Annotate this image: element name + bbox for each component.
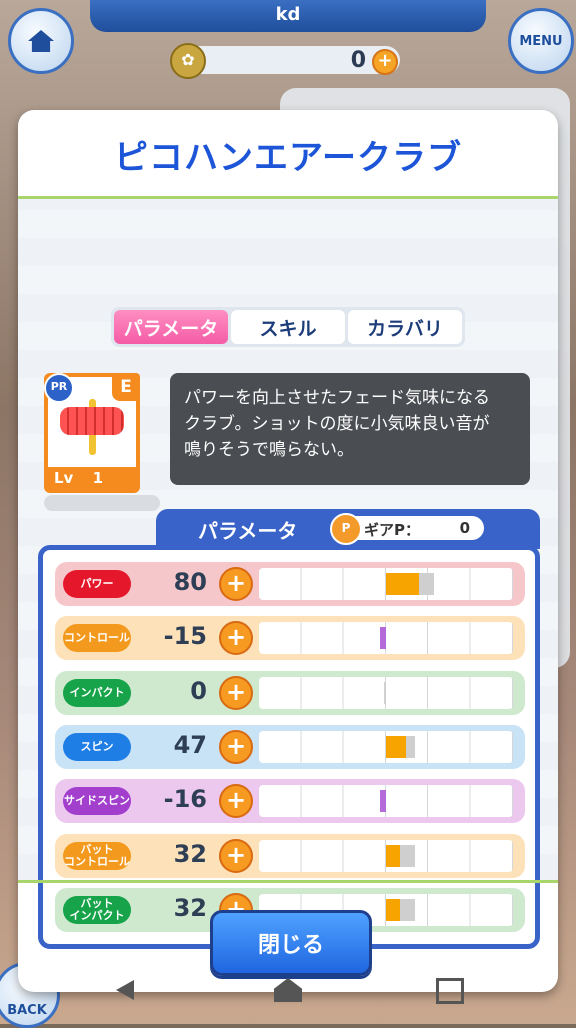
add-coins-button[interactable]: + xyxy=(372,49,398,75)
param-row: パワー 80 + xyxy=(55,562,525,606)
param-bar-fill xyxy=(379,790,386,813)
level-value: 1 xyxy=(92,469,104,487)
item-detail-dialog: ピコハンエアークラブ パラメータ スキル カラバリ PR E Lv 1 パワーを… xyxy=(18,110,558,992)
param-value: -16 xyxy=(163,785,207,814)
parameters-title: パラメータ xyxy=(198,519,298,543)
param-bar-fill xyxy=(386,735,407,758)
param-label: コントロール xyxy=(63,624,131,653)
coin-counter: ✿ 0 + xyxy=(170,43,400,79)
parameters-list: パワー 80 + コントロール -15 + インパクト 0 + スピン 47 + サイドスピン -16 + バ… xyxy=(38,545,540,949)
param-bar-fill xyxy=(386,573,420,595)
gear-points-value: 0 xyxy=(459,519,470,537)
increase-param-button[interactable]: + xyxy=(219,729,253,764)
param-value: 0 xyxy=(190,676,207,705)
rank-badge: E xyxy=(112,373,140,401)
parameters-header: パラメータ P ギアP： 0 xyxy=(156,509,540,549)
increase-param-button[interactable]: + xyxy=(219,567,253,601)
increase-param-button[interactable]: + xyxy=(219,784,253,819)
parameters-panel: パラメータ P ギアP： 0 パワー 80 + コントロール -15 + インパクト 0 + スピ… xyxy=(38,509,540,949)
dialog-body: パラメータ スキル カラバリ PR E Lv 1 パワーを向上させたフェード気味… xyxy=(18,199,558,949)
increase-param-button[interactable]: + xyxy=(219,621,253,656)
toy-hammer-club-icon xyxy=(60,399,124,455)
item-description: パワーを向上させたフェード気味になる クラブ。ショットの度に小気味良い音が 鳴り… xyxy=(170,373,530,485)
hammer-head xyxy=(60,407,124,435)
param-row: スピン 47 + xyxy=(55,724,525,769)
param-value: 32 xyxy=(173,893,207,922)
home-icon xyxy=(28,30,54,52)
param-bar-fill xyxy=(386,898,400,921)
menu-label: MENU xyxy=(519,33,563,49)
param-value: 47 xyxy=(173,730,207,759)
tab-parameters[interactable]: パラメータ xyxy=(114,310,228,344)
home-button[interactable] xyxy=(8,8,74,74)
param-bar xyxy=(259,568,513,600)
tab-bar: パラメータ スキル カラバリ xyxy=(111,307,465,347)
param-label: スピン xyxy=(63,732,131,761)
param-bar xyxy=(259,785,513,818)
divider xyxy=(18,880,558,883)
param-bar-fill xyxy=(379,627,386,650)
param-label: バット インパクト xyxy=(63,895,131,924)
param-value: 32 xyxy=(173,839,207,868)
gear-points: P ギアP： 0 xyxy=(330,513,484,545)
close-button[interactable]: 閉じる xyxy=(210,910,372,976)
param-row: サイドスピン -16 + xyxy=(55,779,525,824)
param-label: バット コントロール xyxy=(63,841,131,870)
player-name: kd xyxy=(275,4,301,25)
param-bar xyxy=(259,730,513,763)
menu-button[interactable]: MENU xyxy=(508,8,574,74)
param-value: -15 xyxy=(163,622,207,651)
tab-color-variations[interactable]: カラバリ xyxy=(348,310,462,344)
param-label: インパクト xyxy=(63,678,131,707)
param-label: パワー xyxy=(63,570,131,598)
param-row: コントロール -15 + xyxy=(55,616,525,661)
param-value: 80 xyxy=(173,568,207,596)
param-bar xyxy=(259,839,513,872)
tab-skills[interactable]: スキル xyxy=(231,310,345,344)
coin-icon: ✿ xyxy=(170,43,206,79)
param-row: バット コントロール 32 + xyxy=(55,833,525,878)
item-card: PR E Lv 1 xyxy=(44,373,140,493)
param-bar xyxy=(259,676,513,709)
param-label: サイドスピン xyxy=(63,787,131,816)
level-label: Lv xyxy=(54,469,74,487)
param-bar xyxy=(259,622,513,655)
param-row: インパクト 0 + xyxy=(55,670,525,715)
level-bar: Lv 1 xyxy=(48,467,136,489)
gear-points-label: ギアP： xyxy=(364,521,420,539)
increase-param-button[interactable]: + xyxy=(219,675,253,710)
gear-points-icon: P xyxy=(330,513,362,545)
coin-value: 0 xyxy=(350,48,366,73)
increase-param-button[interactable]: + xyxy=(219,838,253,873)
back-label: BACK xyxy=(7,1002,47,1018)
dialog-title: ピコハンエアークラブ xyxy=(114,137,462,178)
player-name-bar: kd xyxy=(90,0,486,32)
param-bar-fill xyxy=(384,681,386,704)
nav-recent-apps-icon[interactable] xyxy=(436,978,464,1004)
param-bar-fill xyxy=(386,844,400,867)
nav-back-icon[interactable] xyxy=(116,980,134,1000)
